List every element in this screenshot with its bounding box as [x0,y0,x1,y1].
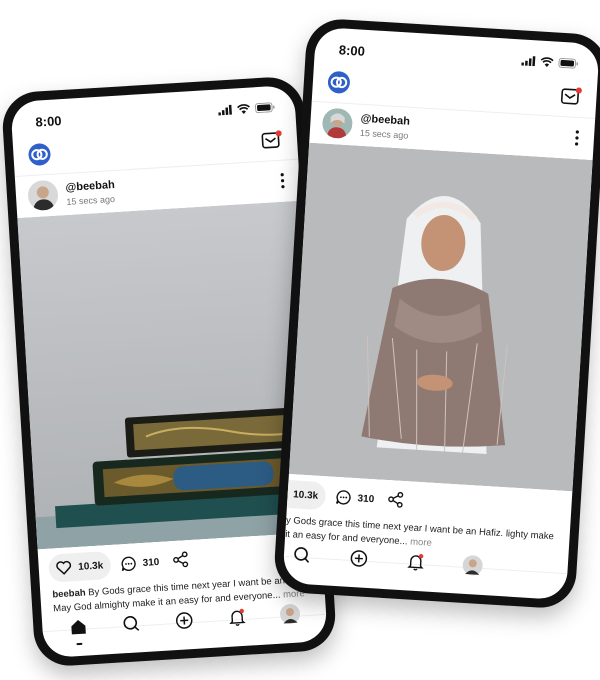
nav-profile[interactable] [460,553,485,578]
like-button[interactable]: 10.3k [282,478,327,511]
app-logo-icon[interactable] [27,142,52,167]
plus-icon [350,550,368,567]
more-options-icon[interactable] [279,172,286,190]
post-time: 15 secs ago [359,127,409,141]
battery-icon [254,102,275,114]
nav-search[interactable] [290,542,315,567]
post-photo-quran-books[interactable] [17,200,322,550]
signal-icon [521,56,536,67]
status-bar: 8:00 [334,42,579,75]
wifi-icon [237,104,250,114]
bell-icon [407,554,424,571]
profile-avatar [279,604,300,625]
caption-username[interactable]: beebah [52,588,86,601]
nav-create[interactable] [346,546,371,571]
status-bar: 8:00 [31,100,276,133]
app-header [27,128,284,170]
nav-home[interactable] [66,614,91,646]
inbox-icon[interactable] [260,130,283,151]
like-count: 10.3k [292,488,319,502]
comment-count: 310 [142,556,160,569]
wifi-icon [540,57,554,67]
signal-icon [218,104,232,116]
post-username[interactable]: @beebah [65,179,115,194]
comment-button[interactable]: 310 [120,554,160,572]
bell-icon [229,608,246,626]
inbox-icon[interactable] [560,86,583,107]
profile-avatar [462,555,483,576]
comment-icon [336,490,351,505]
post-time: 15 secs ago [66,193,116,207]
search-icon [123,616,140,631]
search-icon [294,547,310,563]
phone-screen: 8:00 @beebah 15 secs ago [282,26,600,601]
comment-icon [121,556,136,572]
home-icon [71,619,87,635]
plus-icon [175,612,193,629]
heart-icon [56,560,72,575]
like-count: 10.3k [77,559,104,573]
nav-search[interactable] [119,611,144,636]
phone-right: 8:00 @beebah 15 secs ago 10.3k 310 y God… [272,17,600,610]
app-logo-icon[interactable] [326,70,351,95]
status-time: 8:00 [338,42,366,59]
share-icon[interactable] [387,491,404,508]
battery-icon [558,57,579,69]
heart-icon [282,486,287,501]
share-icon[interactable] [172,551,189,568]
nav-create[interactable] [172,608,197,633]
avatar[interactable] [27,179,59,212]
avatar[interactable] [321,107,354,140]
comment-count: 310 [357,492,375,505]
more-options-icon[interactable] [573,129,580,147]
post-photo-woman-in-hijab[interactable] [288,142,593,492]
nav-notifications[interactable] [403,549,428,574]
nav-profile[interactable] [277,601,302,626]
like-button[interactable]: 10.3k [47,550,112,583]
post-username[interactable]: @beebah [360,113,410,128]
status-time: 8:00 [35,113,62,130]
nav-notifications[interactable] [224,605,249,630]
comment-button[interactable]: 310 [335,489,375,507]
